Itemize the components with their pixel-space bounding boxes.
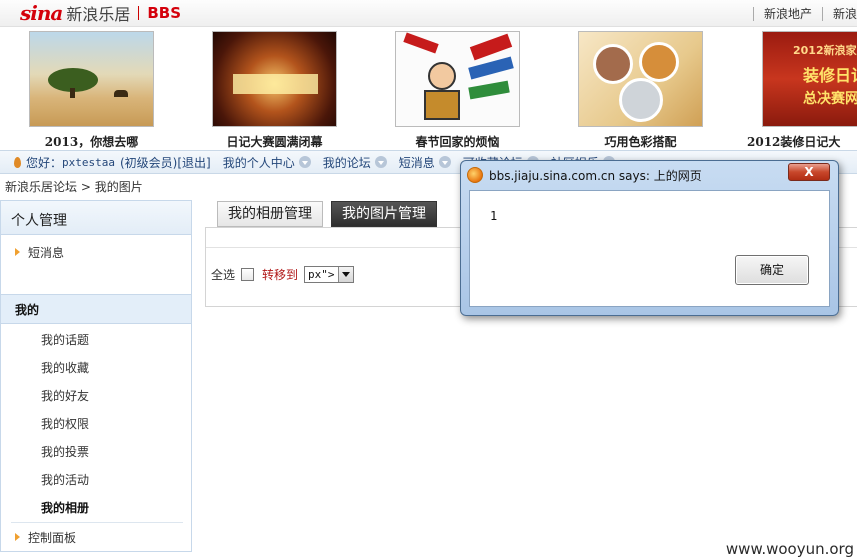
close-button[interactable]: X	[788, 163, 830, 181]
cartoon-stripe	[469, 33, 513, 61]
featured-caption[interactable]: 春节回家的烦恼	[375, 133, 540, 149]
menu-personal-center[interactable]: 我的个人中心	[223, 154, 311, 171]
cartoon-body	[424, 90, 460, 120]
featured-caption[interactable]: 2012装修日记大	[747, 133, 857, 149]
sidebar-group-label: 我的	[15, 302, 40, 317]
breadcrumb-separator: >	[80, 180, 91, 194]
sidebar-item-my-votes[interactable]: 我的投票	[41, 443, 89, 460]
featured-caption[interactable]: 2013，你想去哪	[9, 133, 174, 149]
hall-image[interactable]	[212, 31, 337, 127]
dialog-title: bbs.jiaju.sina.com.cn says: 上的网页	[489, 168, 702, 183]
sidebar-item-my-permissions[interactable]: 我的权限	[41, 415, 89, 432]
breadcrumb-current: 我的图片	[94, 180, 143, 194]
logo-sina: sina	[20, 1, 63, 25]
sidebar-item-label: 控制面板	[28, 530, 77, 545]
logo-bbs: BBS	[147, 4, 182, 22]
greeting-label: 您好：	[26, 155, 63, 170]
menu-short-message[interactable]: 短消息	[399, 154, 451, 171]
cartoon-arm	[403, 32, 439, 54]
banner-text: 2012新浪家居	[793, 44, 857, 57]
banner-text: 总决赛网	[803, 91, 857, 107]
sidebar-item-my-albums[interactable]: 我的相册	[41, 499, 89, 516]
desert-image[interactable]	[29, 31, 154, 127]
featured-item[interactable]: 日记大赛圆满闭幕	[212, 31, 337, 149]
move-target-select[interactable]: px">	[304, 266, 354, 283]
select-all-checkbox[interactable]	[241, 268, 255, 281]
chevron-down-icon	[438, 156, 451, 168]
breadcrumb: 新浪乐居论坛 > 我的图片	[5, 178, 143, 195]
menu-my-forum[interactable]: 我的论坛	[323, 154, 387, 171]
sidebar: 个人管理 短消息 我的 我的话题 我的收藏 我的好友 我的权限 我的投票 我的活…	[0, 200, 192, 552]
menu-label: 我的论坛	[322, 155, 371, 170]
cartoon-head	[428, 62, 456, 90]
alert-dialog: bbs.jiaju.sina.com.cn says: 上的网页 X 1 确定	[460, 160, 839, 316]
caret-right-icon	[15, 533, 20, 541]
browser-icon	[467, 167, 483, 183]
tab-picture-management[interactable]: 我的图片管理	[331, 201, 437, 232]
sidebar-item-label: 短消息	[28, 245, 65, 260]
top-header: sina 新浪乐居 BBS 新浪地产 新浪	[0, 0, 857, 27]
tab-album-management[interactable]: 我的相册管理	[217, 201, 323, 227]
watermark: www.wooyun.org	[725, 540, 854, 558]
sidebar-divider	[11, 522, 183, 523]
dialog-title-bar: bbs.jiaju.sina.com.cn says: 上的网页	[467, 165, 702, 185]
sidebar-item-short-message[interactable]: 短消息	[1, 239, 191, 265]
logo-site-name: 新浪乐居	[66, 5, 131, 24]
chevron-down-icon	[298, 156, 311, 168]
sidebar-item-my-topics[interactable]: 我的话题	[41, 331, 89, 348]
tree-trunk	[70, 88, 75, 98]
logo-divider	[138, 6, 140, 20]
top-link-sina[interactable]: 新浪	[833, 5, 857, 22]
camel-shape	[114, 90, 128, 97]
main-tabs: 我的相册管理 我的图片管理	[217, 201, 445, 232]
user-level: (初级会员)	[120, 155, 178, 170]
sidebar-item-my-friends[interactable]: 我的好友	[41, 387, 89, 404]
featured-item[interactable]: 春节回家的烦恼	[395, 31, 520, 149]
stage-shape	[233, 74, 318, 94]
picture-toolbar: 全选 转移到 px">	[211, 266, 354, 283]
menu-label: 我的个人中心	[222, 155, 295, 170]
dialog-message: 1	[490, 209, 498, 223]
featured-item[interactable]: 巧用色彩搭配	[578, 31, 703, 149]
top-divider	[752, 6, 754, 21]
sidebar-item-my-activities[interactable]: 我的活动	[41, 471, 89, 488]
chevron-down-icon[interactable]	[337, 267, 353, 282]
menu-label: 短消息	[398, 155, 435, 170]
sidebar-group-mine[interactable]: 我的	[1, 294, 191, 324]
interior-image[interactable]	[578, 31, 703, 127]
select-all-label: 全选	[211, 268, 236, 282]
logout-link[interactable]: [退出]	[177, 154, 210, 171]
sidebar-item-control-panel[interactable]: 控制面板	[1, 524, 191, 550]
move-to-link[interactable]: 转移到	[262, 266, 298, 283]
featured-caption[interactable]: 巧用色彩搭配	[558, 133, 723, 149]
sidebar-title: 个人管理	[1, 201, 191, 235]
featured-strip: 2013，你想去哪 日记大赛圆满闭幕 春节回家的烦恼 巧用色彩搭配 2012新浪…	[0, 27, 857, 149]
select-value: px">	[308, 268, 335, 281]
banner-text: 装修日记	[803, 66, 857, 85]
top-link-realestate[interactable]: 新浪地产	[764, 5, 812, 22]
banner-image[interactable]: 2012新浪家居 装修日记 总决赛网	[762, 31, 857, 127]
interior-circle	[639, 42, 679, 82]
breadcrumb-home[interactable]: 新浪乐居论坛	[5, 180, 77, 194]
cartoon-stripe	[468, 80, 510, 100]
top-links: 新浪地产 新浪	[743, 0, 857, 27]
featured-item[interactable]: 2012新浪家居 装修日记 总决赛网 2012装修日记大	[747, 31, 857, 149]
featured-caption[interactable]: 日记大赛圆满闭幕	[192, 133, 357, 149]
site-logo[interactable]: sina 新浪乐居 BBS	[20, 1, 181, 25]
chevron-down-icon	[374, 156, 387, 168]
cartoon-image[interactable]	[395, 31, 520, 127]
featured-item[interactable]: 2013，你想去哪	[29, 31, 154, 149]
ok-button[interactable]: 确定	[735, 255, 809, 285]
top-divider	[821, 6, 823, 21]
user-pin-icon	[14, 156, 21, 168]
username[interactable]: pxtestaa	[62, 156, 115, 169]
caret-right-icon	[15, 248, 20, 256]
interior-circle	[593, 44, 633, 84]
dialog-body: 1 确定	[469, 190, 830, 307]
interior-circle	[619, 78, 663, 122]
sidebar-item-my-favorites[interactable]: 我的收藏	[41, 359, 89, 376]
